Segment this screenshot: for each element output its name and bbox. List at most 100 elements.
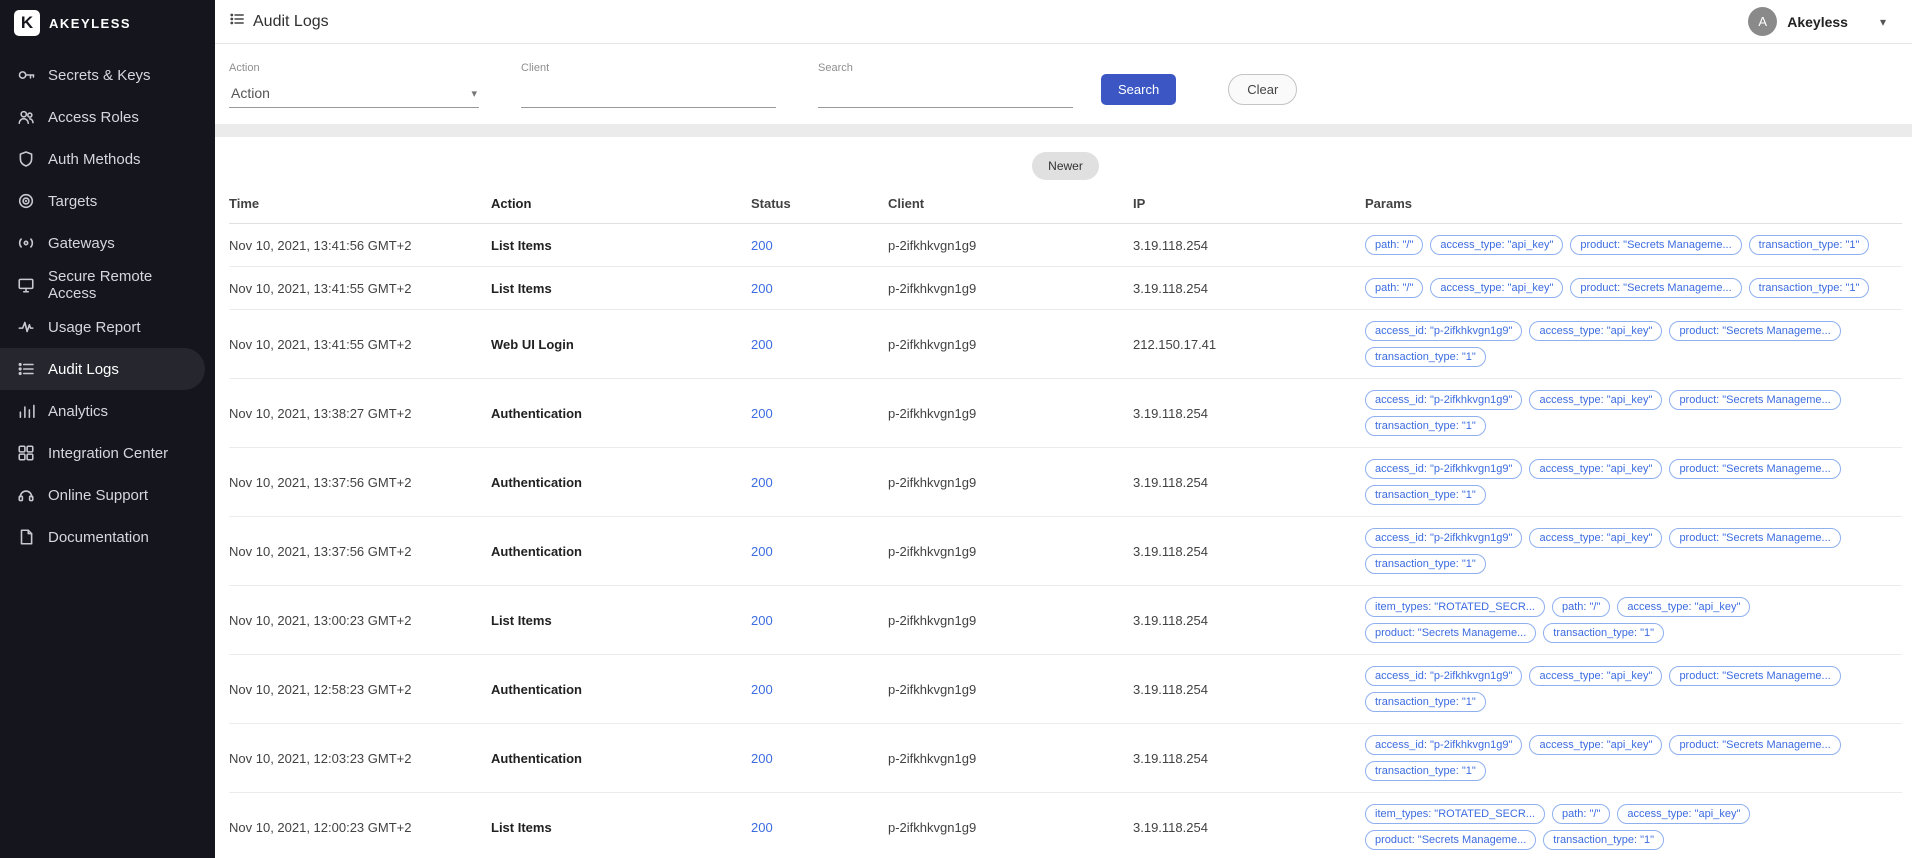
action-cell: Web UI Login xyxy=(491,337,751,352)
param-chip: product: "Secrets Manageme... xyxy=(1669,321,1840,341)
sidebar-item-analytics[interactable]: Analytics xyxy=(0,390,205,432)
param-chip: transaction_type: "1" xyxy=(1543,830,1664,850)
sidebar-item-secure-remote-access[interactable]: Secure Remote Access xyxy=(0,264,205,306)
sidebar-item-label: Access Roles xyxy=(48,109,139,126)
sidebar-item-usage-report[interactable]: Usage Report xyxy=(0,306,205,348)
remote-access-icon xyxy=(17,276,35,294)
param-chip: access_id: "p-2ifkhkvgn1g9" xyxy=(1365,459,1522,479)
audit-log-table: Newer TimeActionStatusClientIPParams Nov… xyxy=(215,137,1912,858)
table-row: Nov 10, 2021, 12:03:23 GMT+2 Authenticat… xyxy=(229,724,1902,793)
status-link[interactable]: 200 xyxy=(751,544,773,559)
sidebar-item-label: Online Support xyxy=(48,487,148,504)
status-link[interactable]: 200 xyxy=(751,751,773,766)
audit-logs-icon xyxy=(17,360,35,378)
param-chip: access_id: "p-2ifkhkvgn1g9" xyxy=(1365,528,1522,548)
table-row: Nov 10, 2021, 13:00:23 GMT+2 List Items … xyxy=(229,586,1902,655)
status-link[interactable]: 200 xyxy=(751,475,773,490)
time-cell: Nov 10, 2021, 12:58:23 GMT+2 xyxy=(229,682,491,697)
param-chip: item_types: "ROTATED_SECR... xyxy=(1365,804,1545,824)
status-cell: 200 xyxy=(751,238,888,253)
params-cell: access_id: "p-2ifkhkvgn1g9"access_type: … xyxy=(1365,390,1902,436)
status-link[interactable]: 200 xyxy=(751,613,773,628)
status-link[interactable]: 200 xyxy=(751,337,773,352)
ip-cell: 3.19.118.254 xyxy=(1133,238,1365,253)
param-chip: transaction_type: "1" xyxy=(1365,485,1486,505)
sidebar-item-secrets-keys[interactable]: Secrets & Keys xyxy=(0,54,205,96)
gateway-icon xyxy=(17,234,35,252)
param-chip: transaction_type: "1" xyxy=(1365,416,1486,436)
ip-cell: 3.19.118.254 xyxy=(1133,281,1365,296)
action-cell: Authentication xyxy=(491,751,751,766)
action-cell: List Items xyxy=(491,238,751,253)
client-cell: p-2ifkhkvgn1g9 xyxy=(888,281,1133,296)
sidebar-item-documentation[interactable]: Documentation xyxy=(0,516,205,558)
client-filter-field: Client xyxy=(521,62,776,108)
param-chip: path: "/" xyxy=(1365,278,1423,298)
page-title-wrap: Audit Logs xyxy=(229,11,329,32)
column-header-ip: IP xyxy=(1133,196,1365,211)
table-row: Nov 10, 2021, 13:37:56 GMT+2 Authenticat… xyxy=(229,448,1902,517)
search-input[interactable] xyxy=(818,81,1073,108)
brand: K AKEYLESS xyxy=(0,0,215,46)
action-cell: Authentication xyxy=(491,475,751,490)
status-link[interactable]: 200 xyxy=(751,406,773,421)
status-link[interactable]: 200 xyxy=(751,820,773,835)
param-chip: product: "Secrets Manageme... xyxy=(1669,459,1840,479)
column-header-status: Status xyxy=(751,196,888,211)
status-cell: 200 xyxy=(751,475,888,490)
params-cell: access_id: "p-2ifkhkvgn1g9"access_type: … xyxy=(1365,735,1902,781)
sidebar-item-integration-center[interactable]: Integration Center xyxy=(0,432,205,474)
param-chip: transaction_type: "1" xyxy=(1365,554,1486,574)
param-chip: transaction_type: "1" xyxy=(1543,623,1664,643)
newer-button[interactable]: Newer xyxy=(1032,152,1099,180)
status-link[interactable]: 200 xyxy=(751,682,773,697)
clear-button[interactable]: Clear xyxy=(1228,74,1297,105)
client-cell: p-2ifkhkvgn1g9 xyxy=(888,682,1133,697)
column-header-params: Params xyxy=(1365,196,1902,211)
action-filter-select[interactable]: Action ▾ xyxy=(229,81,479,108)
sidebar-item-label: Usage Report xyxy=(48,319,141,336)
time-cell: Nov 10, 2021, 13:00:23 GMT+2 xyxy=(229,613,491,628)
client-filter-input[interactable] xyxy=(521,81,776,108)
account-name: Akeyless xyxy=(1787,14,1848,30)
table-row: Nov 10, 2021, 13:37:56 GMT+2 Authenticat… xyxy=(229,517,1902,586)
param-chip: product: "Secrets Manageme... xyxy=(1669,735,1840,755)
account-menu[interactable]: A Akeyless ▾ xyxy=(1748,7,1886,36)
status-cell: 200 xyxy=(751,682,888,697)
action-cell: List Items xyxy=(491,281,751,296)
sidebar-item-gateways[interactable]: Gateways xyxy=(0,222,205,264)
param-chip: access_type: "api_key" xyxy=(1617,804,1750,824)
time-cell: Nov 10, 2021, 13:41:56 GMT+2 xyxy=(229,238,491,253)
client-cell: p-2ifkhkvgn1g9 xyxy=(888,406,1133,421)
param-chip: product: "Secrets Manageme... xyxy=(1570,278,1741,298)
param-chip: transaction_type: "1" xyxy=(1365,692,1486,712)
sidebar-item-online-support[interactable]: Online Support xyxy=(0,474,205,516)
audit-logs-icon xyxy=(229,11,245,32)
column-header-time: Time xyxy=(229,196,491,211)
search-filter-label: Search xyxy=(818,62,1073,74)
params-cell: access_id: "p-2ifkhkvgn1g9"access_type: … xyxy=(1365,321,1902,367)
status-cell: 200 xyxy=(751,613,888,628)
status-link[interactable]: 200 xyxy=(751,238,773,253)
sidebar-item-label: Auth Methods xyxy=(48,151,141,168)
support-icon xyxy=(17,486,35,504)
table-row: Nov 10, 2021, 13:41:55 GMT+2 Web UI Logi… xyxy=(229,310,1902,379)
sidebar-item-label: Analytics xyxy=(48,403,108,420)
status-link[interactable]: 200 xyxy=(751,281,773,296)
client-cell: p-2ifkhkvgn1g9 xyxy=(888,820,1133,835)
sidebar-item-access-roles[interactable]: Access Roles xyxy=(0,96,205,138)
param-chip: product: "Secrets Manageme... xyxy=(1669,666,1840,686)
param-chip: access_type: "api_key" xyxy=(1430,278,1563,298)
table-row: Nov 10, 2021, 12:58:23 GMT+2 Authenticat… xyxy=(229,655,1902,724)
sidebar-item-audit-logs[interactable]: Audit Logs xyxy=(0,348,205,390)
sidebar-item-targets[interactable]: Targets xyxy=(0,180,205,222)
app-window: K AKEYLESS Secrets & Keys Access Roles Aut… xyxy=(0,0,1912,858)
params-cell: item_types: "ROTATED_SECR...path: "/"acc… xyxy=(1365,597,1902,643)
sidebar-item-auth-methods[interactable]: Auth Methods xyxy=(0,138,205,180)
newer-wrap: Newer xyxy=(229,152,1902,180)
page-title: Audit Logs xyxy=(253,13,329,31)
search-button[interactable]: Search xyxy=(1101,74,1176,105)
params-cell: path: "/" access_type: "api_key" product: … xyxy=(1365,278,1902,298)
client-cell: p-2ifkhkvgn1g9 xyxy=(888,751,1133,766)
param-chip: transaction_type: "1" xyxy=(1365,347,1486,367)
